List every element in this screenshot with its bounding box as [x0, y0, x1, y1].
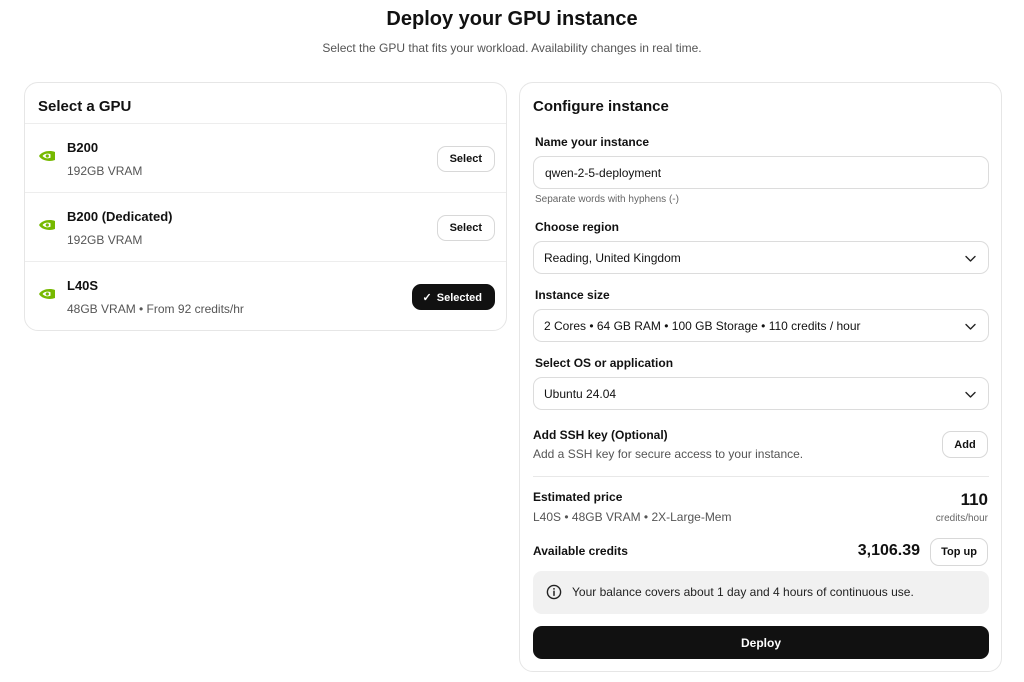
balance-info-text: Your balance covers about 1 day and 4 ho… [572, 585, 914, 599]
instance-name-label: Name your instance [535, 135, 650, 149]
region-label: Choose region [535, 220, 620, 234]
instance-size-value: 2 Cores • 64 GB RAM • 100 GB Storage • 1… [544, 319, 861, 333]
balance-info-box: Your balance covers about 1 day and 4 ho… [533, 571, 989, 614]
select-gpu-button[interactable]: Select [436, 146, 495, 172]
gpu-row-b200-dedicated[interactable]: B200 (Dedicated) 192GB VRAM Select [25, 192, 506, 261]
ssh-key-description: Add a SSH key for secure access to your … [533, 447, 804, 461]
instance-size-label: Instance size [535, 288, 610, 302]
available-credits-label: Available credits [533, 544, 628, 558]
os-select[interactable]: Ubuntu 24.04 [533, 377, 989, 410]
gpu-selection-card: Select a GPU B200 192GB VRAM Select B200… [24, 82, 507, 331]
estimated-price-detail: L40S • 48GB VRAM • 2X-Large-Mem [533, 510, 732, 524]
chevron-down-icon [965, 323, 976, 330]
selected-gpu-button[interactable]: ✓ Selected [411, 284, 495, 310]
nvidia-logo-icon [39, 151, 55, 161]
checkmark-icon: ✓ [422, 291, 432, 304]
add-ssh-key-button[interactable]: Add [942, 431, 988, 458]
os-value: Ubuntu 24.04 [544, 387, 617, 401]
gpu-spec: 192GB VRAM [67, 233, 143, 247]
instance-name-field-wrapper [533, 156, 989, 189]
ssh-key-title: Add SSH key (Optional) [533, 428, 668, 442]
instance-name-input[interactable] [534, 157, 988, 188]
region-value: Reading, United Kingdom [544, 251, 681, 265]
chevron-down-icon [965, 255, 976, 262]
instance-size-select[interactable]: 2 Cores • 64 GB RAM • 100 GB Storage • 1… [533, 309, 989, 342]
selected-label: Selected [436, 291, 482, 304]
os-label: Select OS or application [535, 356, 674, 370]
gpu-panel-title: Select a GPU [38, 98, 132, 115]
chevron-down-icon [965, 391, 976, 398]
top-up-button[interactable]: Top up [930, 538, 988, 566]
estimated-price-unit: credits/hour [935, 513, 988, 524]
gpu-name: L40S [67, 278, 99, 293]
page-subtitle: Select the GPU that fits your workload. … [322, 41, 702, 55]
gpu-name: B200 (Dedicated) [67, 209, 173, 224]
configure-instance-card: Configure instance Name your instance Se… [519, 82, 1002, 672]
nvidia-logo-icon [39, 220, 55, 230]
page-title: Deploy your GPU instance [386, 8, 638, 30]
estimated-price-label: Estimated price [533, 490, 623, 504]
available-credits-value: 3,106.39 [857, 542, 920, 559]
gpu-spec: 192GB VRAM [67, 164, 143, 178]
gpu-name: B200 [67, 140, 99, 155]
gpu-spec: 48GB VRAM • From 92 credits/hr [67, 302, 244, 316]
gpu-row-b200[interactable]: B200 192GB VRAM Select [25, 123, 506, 192]
region-select[interactable]: Reading, United Kingdom [533, 241, 989, 274]
instance-name-hint: Separate words with hyphens (-) [535, 194, 679, 205]
deploy-button[interactable]: Deploy [533, 626, 989, 659]
gpu-row-l40s[interactable]: L40S 48GB VRAM • From 92 credits/hr ✓ Sel… [25, 261, 506, 330]
select-gpu-button[interactable]: Select [436, 215, 495, 241]
nvidia-logo-icon [39, 289, 55, 299]
info-icon [546, 584, 562, 600]
estimated-price-value: 110 [960, 490, 988, 509]
config-title: Configure instance [533, 98, 669, 115]
divider [533, 476, 989, 477]
